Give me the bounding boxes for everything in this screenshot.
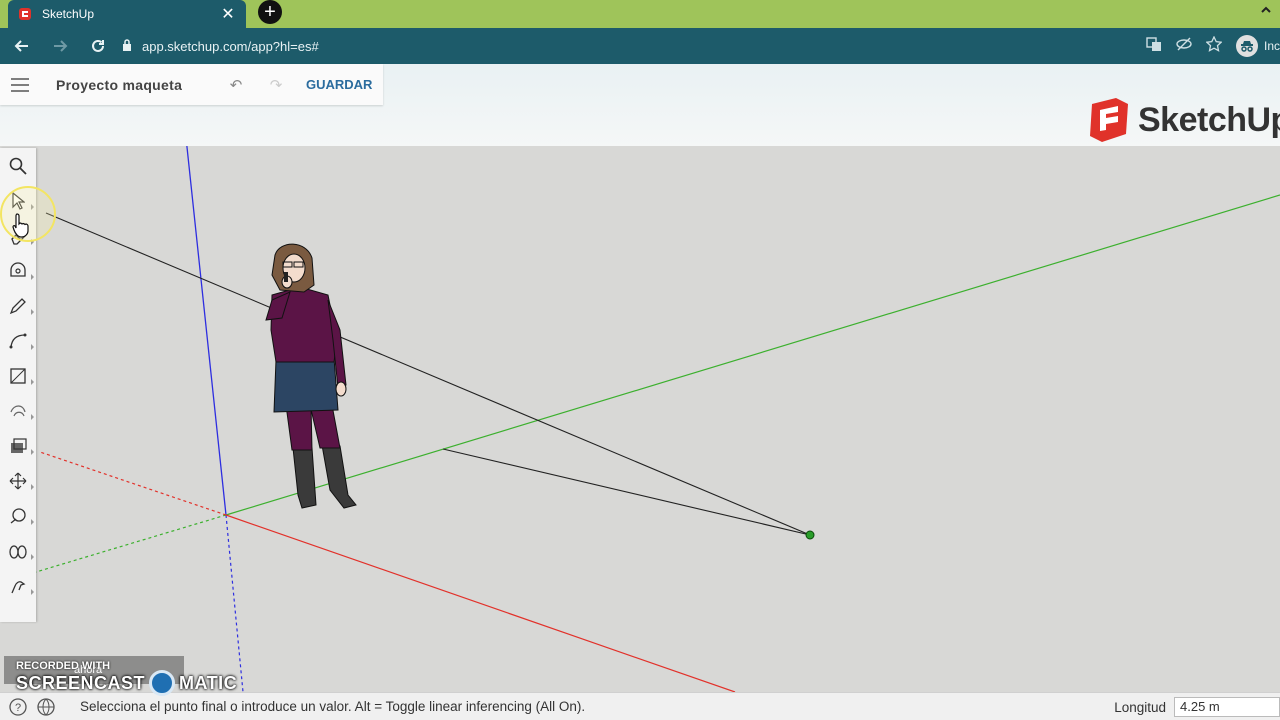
project-name[interactable]: Proyecto maqueta	[56, 77, 216, 93]
submenu-indicator	[31, 484, 34, 490]
submenu-indicator	[31, 554, 34, 560]
submenu-indicator	[31, 344, 34, 350]
move-icon[interactable]	[0, 463, 36, 498]
scale-figure	[265, 243, 357, 509]
watermark-brand-left: SCREENCAST	[16, 672, 146, 693]
hand-icon[interactable]	[0, 568, 36, 603]
undo-icon[interactable]: ↶	[216, 76, 256, 94]
profile-label: Inc	[1263, 39, 1280, 53]
forward-icon[interactable]	[44, 30, 76, 62]
submenu-indicator	[31, 309, 34, 315]
incognito-icon	[1235, 35, 1258, 57]
address-actions: Inc	[1146, 28, 1280, 64]
push-pull-icon[interactable]	[0, 428, 36, 463]
submenu-indicator	[31, 589, 34, 595]
watermark-brand-right: MATIC	[179, 672, 238, 693]
translate-icon[interactable]	[1146, 36, 1162, 57]
tape-measure-icon[interactable]	[0, 498, 36, 533]
help-icon[interactable]: ?	[8, 697, 28, 717]
lock-icon	[122, 38, 132, 54]
red-axis	[225, 514, 736, 692]
close-tab-icon[interactable]: ✕	[220, 4, 236, 24]
submenu-indicator	[31, 519, 34, 525]
browser-tabstrip: SketchUp ✕ +	[0, 0, 1280, 28]
submenu-indicator	[31, 414, 34, 420]
scene-canvas[interactable]	[0, 146, 1280, 692]
incognito-profile[interactable]: Inc	[1235, 35, 1280, 57]
url-text: app.sketchup.com/app?hl=es#	[142, 38, 319, 54]
url-field[interactable]: app.sketchup.com/app?hl=es#	[122, 39, 319, 54]
new-tab-button[interactable]: +	[258, 0, 282, 24]
submenu-indicator	[31, 379, 34, 385]
submenu-indicator	[31, 274, 34, 280]
back-icon[interactable]	[6, 30, 38, 62]
green-axis-negative	[35, 514, 227, 573]
orbit-icon[interactable]	[0, 533, 36, 568]
sketchup-logo: SketchUp	[1086, 96, 1280, 144]
measurement-input[interactable]: 4.25 m	[1174, 697, 1280, 717]
red-axis-negative	[39, 451, 227, 516]
submenu-indicator	[31, 449, 34, 455]
pointer-cursor-icon	[12, 212, 32, 243]
search-tool-icon[interactable]	[0, 148, 36, 183]
measurements-box: Longitud 4.25 m	[1114, 693, 1280, 720]
paint-bucket-icon[interactable]	[0, 253, 36, 288]
blue-axis	[186, 146, 227, 516]
sketchup-logo-icon	[1090, 98, 1128, 142]
screencast-watermark: RECORDED WITH SCREENCAST MATIC	[16, 660, 237, 696]
arc-icon[interactable]	[0, 323, 36, 358]
watermark-brand: SCREENCAST MATIC	[16, 670, 237, 696]
tracking-off-icon[interactable]	[1176, 36, 1192, 57]
pencil-icon[interactable]	[0, 288, 36, 323]
freehand-icon[interactable]	[0, 393, 36, 428]
project-bar: Proyecto maqueta ↶ ↷ GUARDAR	[0, 64, 383, 105]
measurement-label: Longitud	[1114, 699, 1166, 715]
bookmark-star-icon[interactable]	[1205, 34, 1223, 57]
rectangle-icon[interactable]	[0, 358, 36, 393]
edge-line-1	[45, 212, 811, 536]
globe-icon[interactable]	[36, 697, 56, 717]
svg-text:?: ?	[15, 702, 21, 714]
menu-hamburger-icon[interactable]	[0, 77, 40, 92]
save-button[interactable]: GUARDAR	[306, 77, 372, 92]
screencast-logo-icon	[149, 670, 176, 696]
endpoint-marker	[805, 530, 815, 540]
status-message: Selecciona el punto final o introduce un…	[80, 699, 586, 714]
sketchup-favicon-icon	[18, 7, 32, 21]
reload-icon[interactable]	[82, 30, 114, 62]
redo-icon[interactable]: ↷	[256, 76, 296, 94]
address-bar: app.sketchup.com/app?hl=es# Inc	[0, 28, 1280, 64]
browser-tab[interactable]: SketchUp ✕	[8, 0, 246, 28]
model-viewport[interactable]	[0, 146, 1280, 692]
status-bar: ? Selecciona el punto final o introduce …	[0, 692, 1280, 720]
tab-title: SketchUp	[42, 7, 95, 21]
logo-text: SketchUp	[1138, 100, 1280, 139]
edge-line-2	[442, 448, 811, 536]
